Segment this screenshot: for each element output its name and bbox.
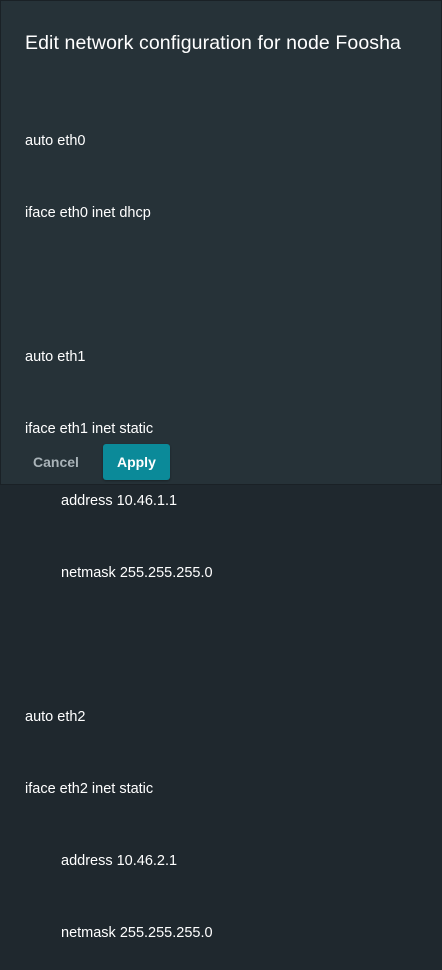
config-line: iface eth2 inet static bbox=[25, 781, 154, 797]
config-line: netmask 255.255.255.0 bbox=[61, 925, 213, 941]
apply-button[interactable]: Apply bbox=[102, 444, 170, 480]
config-line bbox=[25, 273, 417, 297]
config-line: auto eth2 bbox=[25, 709, 86, 725]
config-line: auto eth0 bbox=[25, 133, 86, 149]
config-line: iface eth0 inet dhcp bbox=[25, 205, 151, 221]
config-line: auto eth1 bbox=[25, 349, 86, 365]
dialog-title: Edit network configuration for node Foos… bbox=[25, 32, 402, 54]
dialog-actions: Cancel Apply bbox=[25, 444, 170, 480]
config-line: address 10.46.2.1 bbox=[61, 853, 178, 869]
network-config-editor[interactable]: auto eth0 iface eth0 inet dhcp auto eth1… bbox=[25, 81, 417, 970]
cancel-button[interactable]: Cancel bbox=[25, 444, 87, 480]
config-line: netmask 255.255.255.0 bbox=[61, 565, 213, 581]
config-line: address 10.46.1.1 bbox=[61, 493, 178, 509]
edit-network-config-dialog: Edit network configuration for node Foos… bbox=[0, 0, 442, 941]
config-line bbox=[25, 633, 417, 657]
config-line: iface eth1 inet static bbox=[25, 421, 154, 437]
